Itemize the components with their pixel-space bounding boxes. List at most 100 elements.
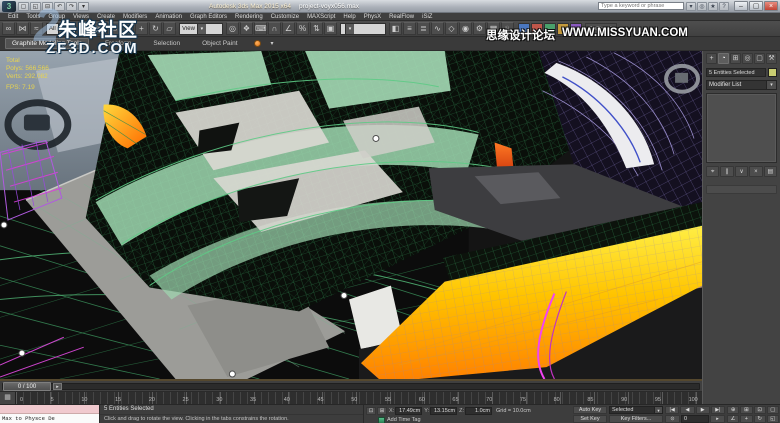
- modifier-stack[interactable]: [706, 93, 777, 163]
- select-by-name-icon[interactable]: ▤: [93, 22, 106, 35]
- object-color-swatch[interactable]: [768, 68, 777, 77]
- menu-item[interactable]: PhysX: [360, 13, 385, 21]
- new-file-icon[interactable]: ▢: [18, 1, 29, 11]
- select-and-scale-icon[interactable]: ▱: [163, 22, 176, 35]
- y-coordinate-field[interactable]: 13.15cm: [430, 406, 458, 415]
- make-unique-button[interactable]: ∨: [734, 166, 749, 177]
- time-slider-track[interactable]: [2, 383, 700, 390]
- select-and-rotate-icon[interactable]: ↻: [149, 22, 162, 35]
- minimize-button[interactable]: –: [734, 1, 748, 11]
- realflow-toolbar-icon-2[interactable]: [557, 22, 569, 35]
- tab-create[interactable]: +: [706, 53, 717, 64]
- set-key-button[interactable]: Set Key: [573, 415, 607, 423]
- selection-set-dropdown[interactable]: Selected ▾: [609, 406, 663, 414]
- orbit-icon[interactable]: ↻: [753, 415, 766, 423]
- remove-modifier-button[interactable]: ×: [749, 166, 763, 177]
- zoom-all-icon[interactable]: ⊞: [740, 406, 753, 414]
- save-file-icon[interactable]: ⊟: [42, 1, 53, 11]
- physx-toolbar-icon-2[interactable]: [531, 22, 543, 35]
- redo-icon[interactable]: ↷: [66, 1, 77, 11]
- project-menu-icon[interactable]: ▾: [78, 1, 89, 11]
- open-file-icon[interactable]: ◱: [30, 1, 41, 11]
- tab-display[interactable]: ▢: [754, 53, 765, 64]
- modifier-list-dropdown[interactable]: Modifier List ▾: [706, 80, 777, 90]
- x-coordinate-field[interactable]: 17.49cm: [395, 406, 423, 415]
- next-frame-arrow-icon[interactable]: ▸: [53, 383, 62, 390]
- select-object-icon[interactable]: ►: [79, 22, 92, 35]
- tab-modify[interactable]: ◔: [718, 53, 729, 64]
- close-button[interactable]: ×: [764, 1, 778, 11]
- help-icon[interactable]: ?: [719, 1, 729, 11]
- menu-item[interactable]: Edit: [4, 13, 22, 21]
- z-coordinate-field[interactable]: 1.0cm: [465, 406, 492, 415]
- pin-stack-button[interactable]: ⌖: [706, 166, 720, 177]
- curve-editor-icon[interactable]: ∿: [431, 22, 444, 35]
- mini-curve-editor-button[interactable]: ▦: [0, 392, 16, 404]
- angle-snap-icon[interactable]: ∠: [282, 22, 295, 35]
- ribbon-tab[interactable]: Selection: [147, 39, 186, 48]
- ribbon-tab[interactable]: Freeform: [99, 39, 137, 48]
- search-scope-dropdown-icon[interactable]: ▾: [686, 1, 696, 11]
- spinner-snap-icon[interactable]: ⇅: [310, 22, 323, 35]
- select-and-move-icon[interactable]: +: [135, 22, 148, 35]
- viewport-canvas[interactable]: Total Polys: 566,566 Verts: 292,082 FPS:…: [0, 51, 702, 381]
- zoom-extents-all-icon[interactable]: ▢: [766, 406, 779, 414]
- listener-output-row[interactable]: Max to Physce De: [0, 414, 99, 423]
- keyboard-shortcut-override-icon[interactable]: ⌨: [254, 22, 267, 35]
- absolute-relative-icon[interactable]: ⊞: [377, 406, 387, 415]
- menu-item[interactable]: Views: [69, 13, 93, 21]
- track-bar[interactable]: 0 5 10 15 20 25 30 35 40 45 50 55 60 65 70 75 80 85 90 95 10…: [16, 392, 702, 404]
- menu-item[interactable]: MAXScript: [303, 13, 339, 21]
- tab-hierarchy[interactable]: ⊞: [730, 53, 741, 64]
- menu-item[interactable]: iSiZ: [418, 13, 436, 21]
- select-and-manipulate-icon[interactable]: ❖: [240, 22, 253, 35]
- pan-icon[interactable]: +: [740, 415, 753, 423]
- tab-utilities[interactable]: ⚒: [766, 53, 777, 64]
- add-time-tag[interactable]: Add Time Tag: [366, 416, 570, 423]
- ribbon-tab[interactable]: Graphite Modeling Tools: [5, 38, 89, 49]
- physx-toolbar-icon-1[interactable]: [518, 22, 530, 35]
- menu-item[interactable]: Rendering: [231, 13, 267, 21]
- gozbrush-button[interactable]: GoZbrush: [585, 22, 618, 35]
- ribbon-tab[interactable]: Object Paint: [196, 39, 243, 48]
- selection-filter-dropdown[interactable]: All ▾: [46, 22, 76, 35]
- select-and-link-icon[interactable]: ∞: [2, 22, 15, 35]
- go-to-start-button[interactable]: |◀: [665, 406, 680, 414]
- object-name-field[interactable]: 5 Entities Selected: [706, 68, 766, 77]
- percent-snap-icon[interactable]: %: [296, 22, 309, 35]
- material-editor-icon[interactable]: ◉: [459, 22, 472, 35]
- previous-frame-button[interactable]: ◀: [680, 406, 695, 414]
- render-setup-icon[interactable]: ⚙: [473, 22, 486, 35]
- menu-item[interactable]: Tools: [22, 13, 44, 21]
- time-slider[interactable]: 0 / 100 ▸: [0, 381, 702, 392]
- key-mode-toggle-icon[interactable]: ⊙: [665, 415, 680, 423]
- maxscript-mini-listener[interactable]: Max to Physce De: [0, 405, 100, 423]
- menu-item[interactable]: Customize: [267, 13, 303, 21]
- maximize-viewport-icon[interactable]: ◱: [766, 415, 779, 423]
- current-frame-field[interactable]: 0: [681, 415, 709, 423]
- unlink-selection-icon[interactable]: ⋈: [16, 22, 29, 35]
- use-pivot-center-icon[interactable]: ◎: [226, 22, 239, 35]
- selection-region-icon[interactable]: ▭: [107, 22, 120, 35]
- selection-lock-icon[interactable]: ⊡: [366, 406, 376, 415]
- window-crossing-icon[interactable]: ◫: [121, 22, 134, 35]
- ribbon-options-icon[interactable]: [253, 40, 261, 47]
- snaps-toggle-icon[interactable]: ∩: [268, 22, 281, 35]
- auto-key-button[interactable]: Auto Key: [573, 406, 607, 414]
- menu-item[interactable]: Modifiers: [119, 13, 151, 21]
- go-to-end-button[interactable]: ▶|: [710, 406, 725, 414]
- maximize-button[interactable]: ▢: [749, 1, 763, 11]
- time-slider-handle[interactable]: 0 / 100: [3, 382, 51, 391]
- bind-to-space-warp-icon[interactable]: ≈: [30, 22, 43, 35]
- menu-item[interactable]: Animation: [151, 13, 186, 21]
- key-filters-button[interactable]: Key Filters...: [609, 415, 663, 423]
- show-end-result-button[interactable]: ∥: [720, 166, 734, 177]
- next-frame-icon[interactable]: ▸: [710, 415, 725, 423]
- layer-manager-icon[interactable]: ≣: [417, 22, 430, 35]
- listener-macro-row[interactable]: [0, 405, 99, 414]
- reference-coordinate-dropdown[interactable]: View ▾: [179, 22, 223, 35]
- zoom-icon[interactable]: ⊕: [727, 406, 740, 414]
- menu-item[interactable]: Graph Editors: [186, 13, 231, 21]
- viewport-scene[interactable]: Total Polys: 566,566 Verts: 292,082 FPS:…: [0, 51, 702, 379]
- tab-motion[interactable]: ◎: [742, 53, 753, 64]
